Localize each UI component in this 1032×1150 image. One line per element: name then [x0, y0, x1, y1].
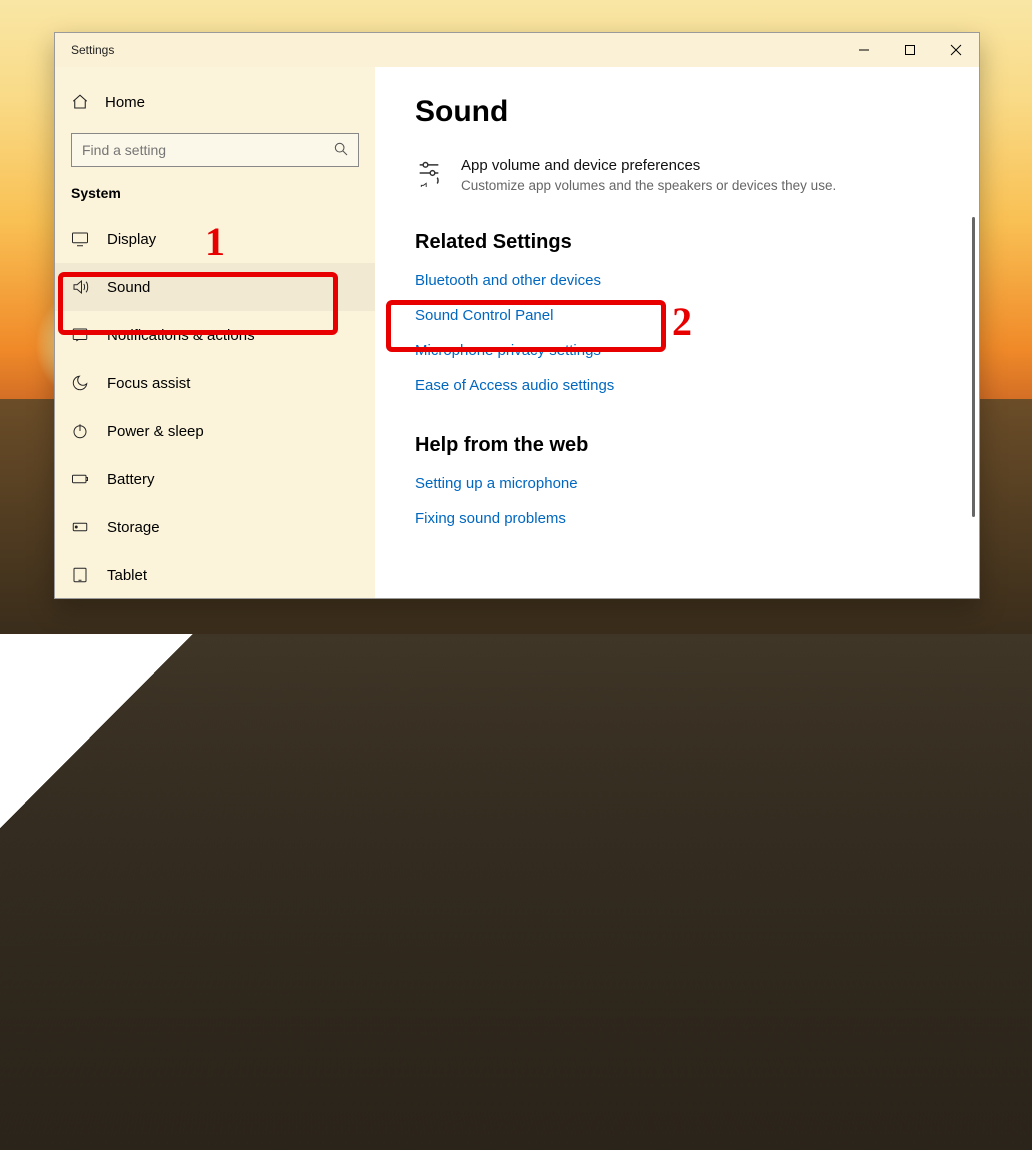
display-icon	[71, 230, 89, 248]
sidebar-item-display[interactable]: Display	[55, 215, 375, 263]
sidebar-item-label: Sound	[107, 279, 150, 296]
home-label: Home	[105, 94, 145, 111]
close-button[interactable]	[933, 33, 979, 67]
sidebar-item-focus-assist[interactable]: Focus assist	[55, 359, 375, 407]
scrollbar-thumb[interactable]	[972, 217, 975, 517]
sidebar: Home System Display	[55, 67, 375, 598]
help-links: Setting up a microphone Fixing sound pro…	[415, 475, 945, 527]
sidebar-item-power-sleep[interactable]: Power & sleep	[55, 407, 375, 455]
sidebar-item-label: Notifications & actions	[107, 327, 255, 344]
power-icon	[71, 422, 89, 440]
notifications-icon	[71, 326, 89, 344]
app-volume-preferences-row[interactable]: App volume and device preferences Custom…	[415, 157, 945, 193]
sidebar-item-tablet[interactable]: Tablet	[55, 551, 375, 599]
sidebar-item-label: Display	[107, 231, 156, 248]
sliders-icon	[415, 159, 443, 193]
link-ease-of-access-audio[interactable]: Ease of Access audio settings	[415, 377, 614, 394]
related-settings-heading: Related Settings	[415, 231, 945, 254]
link-setup-microphone[interactable]: Setting up a microphone	[415, 475, 578, 492]
titlebar: Settings	[55, 33, 979, 67]
moon-icon	[71, 374, 89, 392]
help-heading: Help from the web	[415, 434, 945, 457]
sidebar-item-label: Focus assist	[107, 375, 190, 392]
sidebar-item-label: Tablet	[107, 567, 147, 584]
pref-title: App volume and device preferences	[461, 157, 836, 174]
link-bluetooth-devices[interactable]: Bluetooth and other devices	[415, 272, 601, 289]
sidebar-section-title: System	[71, 185, 359, 201]
sound-icon	[71, 278, 89, 296]
battery-icon	[71, 470, 89, 488]
storage-icon	[71, 518, 89, 536]
sidebar-item-sound[interactable]: Sound	[55, 263, 375, 311]
link-fix-sound[interactable]: Fixing sound problems	[415, 510, 566, 527]
sidebar-item-notifications[interactable]: Notifications & actions	[55, 311, 375, 359]
link-sound-control-panel[interactable]: Sound Control Panel	[415, 307, 553, 324]
sidebar-nav: Display Sound Notifications & actions	[55, 215, 375, 599]
page-title: Sound	[415, 95, 945, 129]
home-icon	[71, 93, 89, 111]
sidebar-item-label: Power & sleep	[107, 423, 204, 440]
settings-window: Settings Home	[54, 32, 980, 599]
sidebar-item-label: Storage	[107, 519, 160, 536]
minimize-button[interactable]	[841, 33, 887, 67]
search-icon	[333, 141, 351, 159]
sidebar-item-storage[interactable]: Storage	[55, 503, 375, 551]
home-nav[interactable]: Home	[71, 83, 359, 121]
window-title: Settings	[71, 43, 114, 57]
content-pane: Sound App volume and device preferences …	[375, 67, 979, 598]
search-box[interactable]	[71, 133, 359, 167]
pref-desc: Customize app volumes and the speakers o…	[461, 178, 836, 193]
maximize-button[interactable]	[887, 33, 933, 67]
tablet-icon	[71, 566, 89, 584]
link-microphone-privacy[interactable]: Microphone privacy settings	[415, 342, 601, 359]
window-controls	[841, 33, 979, 67]
related-links: Bluetooth and other devices Sound Contro…	[415, 272, 945, 394]
sidebar-item-battery[interactable]: Battery	[55, 455, 375, 503]
search-input[interactable]	[71, 133, 359, 167]
sidebar-item-label: Battery	[107, 471, 155, 488]
